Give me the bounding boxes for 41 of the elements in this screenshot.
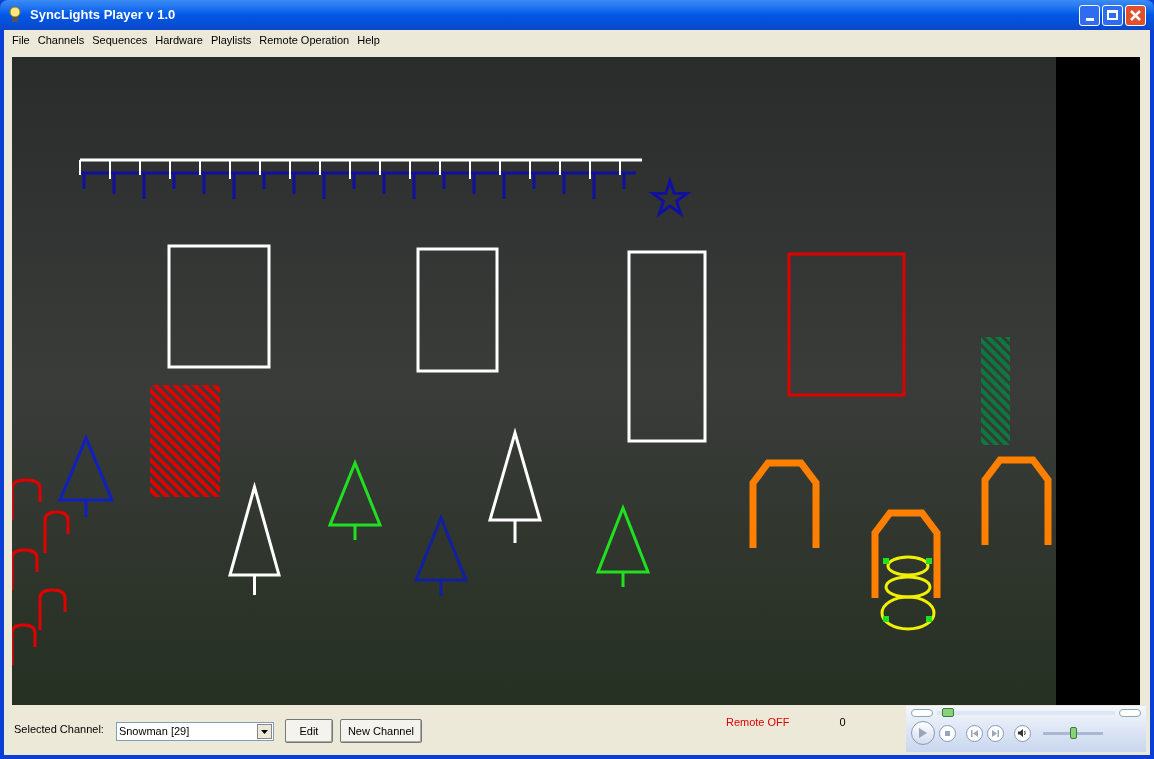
volume-thumb[interactable] bbox=[1069, 726, 1077, 739]
play-icon bbox=[919, 728, 927, 738]
close-icon bbox=[1130, 9, 1141, 21]
snowman-outline[interactable] bbox=[880, 555, 936, 631]
menu-item[interactable]: File bbox=[8, 31, 34, 49]
toolbar-button[interactable]: New Channel bbox=[339, 719, 422, 743]
candy-cane-outline bbox=[38, 588, 67, 630]
counter-value: 0 bbox=[839, 715, 846, 730]
close-button[interactable] bbox=[1125, 4, 1146, 26]
previous-button[interactable] bbox=[966, 724, 983, 742]
candy-cane-outline bbox=[12, 623, 37, 665]
toolbar-button[interactable]: Edit bbox=[284, 719, 333, 743]
candy-cane-outline bbox=[43, 510, 70, 553]
candy-cane-outline bbox=[12, 548, 39, 590]
light-bulb-icon bbox=[8, 6, 22, 24]
menu-item[interactable]: Playlists bbox=[206, 31, 256, 49]
selected-channel-label: Selected Channel: bbox=[14, 722, 104, 737]
stop-button[interactable] bbox=[939, 724, 956, 742]
menu-item[interactable]: Remote Operation bbox=[255, 31, 354, 49]
menu-item[interactable]: Hardware bbox=[151, 31, 207, 49]
star-outline bbox=[648, 176, 692, 218]
previous-icon bbox=[971, 729, 978, 737]
mute-button[interactable] bbox=[1014, 724, 1031, 742]
window-title: SyncLights Player v 1.0 bbox=[30, 6, 176, 25]
fast-forward-button[interactable] bbox=[1119, 708, 1141, 717]
next-icon bbox=[992, 729, 999, 737]
seek-track[interactable] bbox=[937, 710, 1115, 715]
rewind-button[interactable] bbox=[911, 708, 933, 717]
menu-item[interactable]: Sequences bbox=[88, 31, 152, 49]
speaker-icon bbox=[1018, 729, 1027, 737]
candy-cane-outline bbox=[12, 478, 42, 520]
seek-thumb[interactable] bbox=[941, 707, 954, 717]
channel-dropdown[interactable]: Snowman [29] bbox=[115, 722, 274, 741]
minimize-button[interactable] bbox=[1079, 4, 1100, 26]
next-button[interactable] bbox=[987, 724, 1004, 742]
play-button[interactable] bbox=[911, 721, 935, 745]
maximize-button[interactable] bbox=[1102, 4, 1123, 26]
menu-item[interactable]: Channels bbox=[33, 31, 89, 49]
remote-status: Remote OFF bbox=[725, 715, 790, 730]
menu-item[interactable]: Help bbox=[353, 31, 384, 49]
dropdown-value: Snowman [29] bbox=[117, 724, 191, 740]
